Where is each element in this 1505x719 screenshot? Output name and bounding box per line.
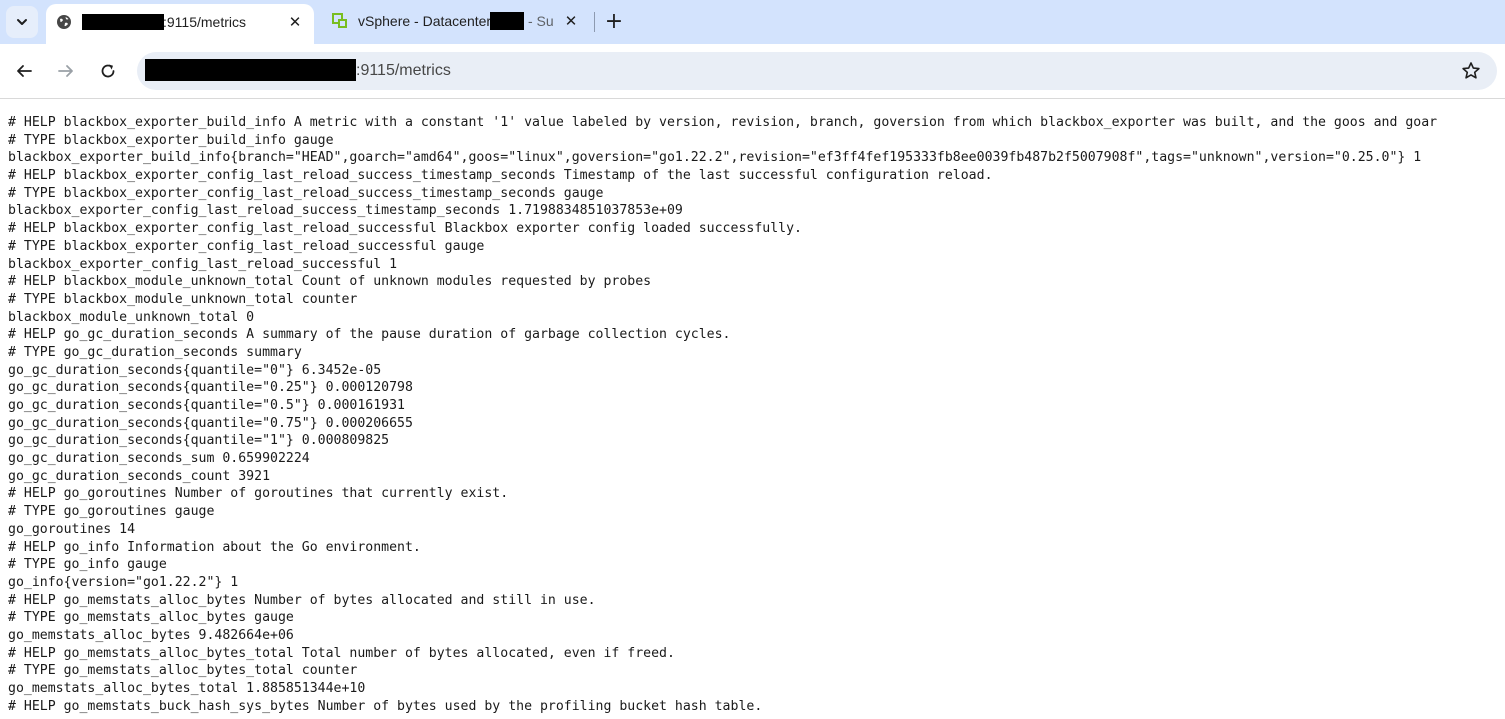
metrics-line: blackbox_exporter_build_info{branch="HEA… xyxy=(8,150,1422,166)
metrics-line: # HELP blackbox_exporter_config_last_rel… xyxy=(8,221,802,237)
chevron-down-icon xyxy=(17,19,27,25)
address-url: :9115/metrics xyxy=(356,62,451,79)
metrics-line: # TYPE blackbox_exporter_build_info gaug… xyxy=(8,132,334,148)
tab-title: :9115/metrics xyxy=(163,14,246,30)
metrics-line: # HELP go_memstats_buck_hash_sys_bytes N… xyxy=(8,698,763,714)
metrics-line: # HELP go_gc_duration_seconds A summary … xyxy=(8,327,731,343)
tab-title: vSphere - Datacenter xyxy=(358,13,492,29)
redacted-datacenter-name xyxy=(490,12,524,30)
metrics-line: go_gc_duration_seconds{quantile="0.5"} 0… xyxy=(8,398,405,413)
metrics-line: # TYPE go_memstats_alloc_bytes_total cou… xyxy=(8,663,358,679)
close-icon: ✕ xyxy=(288,13,302,31)
reload-icon xyxy=(101,64,115,78)
tab-strip: :9115/metrics ✕ vSphere - Datacenter - S… xyxy=(0,0,1505,44)
forward-button[interactable] xyxy=(52,57,80,85)
metrics-text: # HELP blackbox_exporter_build_info A me… xyxy=(8,114,1505,719)
metrics-line: # HELP blackbox_module_unknown_total Cou… xyxy=(8,274,652,290)
metrics-line: go_gc_duration_seconds_sum 0.659902224 xyxy=(8,451,310,467)
tab-close-button[interactable]: ✕ xyxy=(286,13,304,31)
metrics-line: # TYPE go_goroutines gauge xyxy=(8,504,215,520)
metrics-line: blackbox_exporter_config_last_reload_suc… xyxy=(8,256,398,272)
metrics-line: go_goroutines 14 xyxy=(8,521,136,537)
plus-icon: + xyxy=(604,8,624,34)
address-bar[interactable]: :9115/metrics xyxy=(137,52,1497,90)
tab-vsphere[interactable]: vSphere - Datacenter - Su ✕ xyxy=(322,4,584,40)
tab-search-button[interactable] xyxy=(6,6,38,38)
metrics-line: # TYPE blackbox_module_unknown_total cou… xyxy=(8,291,358,307)
metrics-line: # TYPE go_memstats_alloc_bytes gauge xyxy=(8,610,294,626)
metrics-line: go_gc_duration_seconds{quantile="0"} 6.3… xyxy=(8,362,382,378)
metrics-line: # HELP blackbox_exporter_config_last_rel… xyxy=(8,168,993,184)
globe-icon xyxy=(57,15,71,29)
vsphere-icon xyxy=(332,13,347,28)
metrics-line: # TYPE blackbox_exporter_config_last_rel… xyxy=(8,185,604,201)
reload-button[interactable] xyxy=(94,57,122,85)
metrics-line: go_gc_duration_seconds_count 3921 xyxy=(8,468,271,484)
redacted-hostname xyxy=(145,59,356,81)
metrics-line: go_memstats_alloc_bytes_total 1.88585134… xyxy=(8,681,366,696)
tab-close-button[interactable]: ✕ xyxy=(562,12,580,30)
new-tab-button[interactable]: + xyxy=(602,8,626,34)
metrics-line: # HELP go_info Information about the Go … xyxy=(8,539,421,555)
metrics-line: go_gc_duration_seconds{quantile="0.25"} … xyxy=(8,380,413,396)
metrics-line: # HELP go_memstats_alloc_bytes_total Tot… xyxy=(8,645,675,661)
metrics-line: go_memstats_alloc_bytes 9.482664e+06 xyxy=(8,627,294,643)
tab-separator xyxy=(594,12,595,32)
redacted-hostname xyxy=(82,14,164,30)
browser-toolbar: :9115/metrics xyxy=(0,44,1505,99)
metrics-line: blackbox_module_unknown_total 0 xyxy=(8,309,255,325)
metrics-line: # TYPE blackbox_exporter_config_last_rel… xyxy=(8,238,485,254)
metrics-line: # HELP go_goroutines Number of goroutine… xyxy=(8,486,509,502)
arrow-left-icon xyxy=(17,65,32,77)
tab-title-suffix: - Su xyxy=(528,13,554,29)
arrow-right-icon xyxy=(58,65,73,77)
close-icon: ✕ xyxy=(564,12,578,30)
metrics-line: # HELP go_memstats_alloc_bytes Number of… xyxy=(8,592,596,608)
metrics-line: go_gc_duration_seconds{quantile="1"} 0.0… xyxy=(8,433,390,449)
metrics-line: # HELP blackbox_exporter_build_info A me… xyxy=(8,115,1438,130)
bookmark-star-icon[interactable] xyxy=(1461,61,1481,81)
metrics-line: go_info{version="go1.22.2"} 1 xyxy=(8,574,239,590)
metrics-line: # TYPE go_gc_duration_seconds summary xyxy=(8,344,302,360)
metrics-line: go_gc_duration_seconds{quantile="0.75"} … xyxy=(8,415,413,431)
back-button[interactable] xyxy=(10,57,38,85)
metrics-line: # TYPE go_info gauge xyxy=(8,557,167,573)
tab-metrics[interactable]: :9115/metrics ✕ xyxy=(46,4,314,44)
metrics-line: blackbox_exporter_config_last_reload_suc… xyxy=(8,203,683,219)
